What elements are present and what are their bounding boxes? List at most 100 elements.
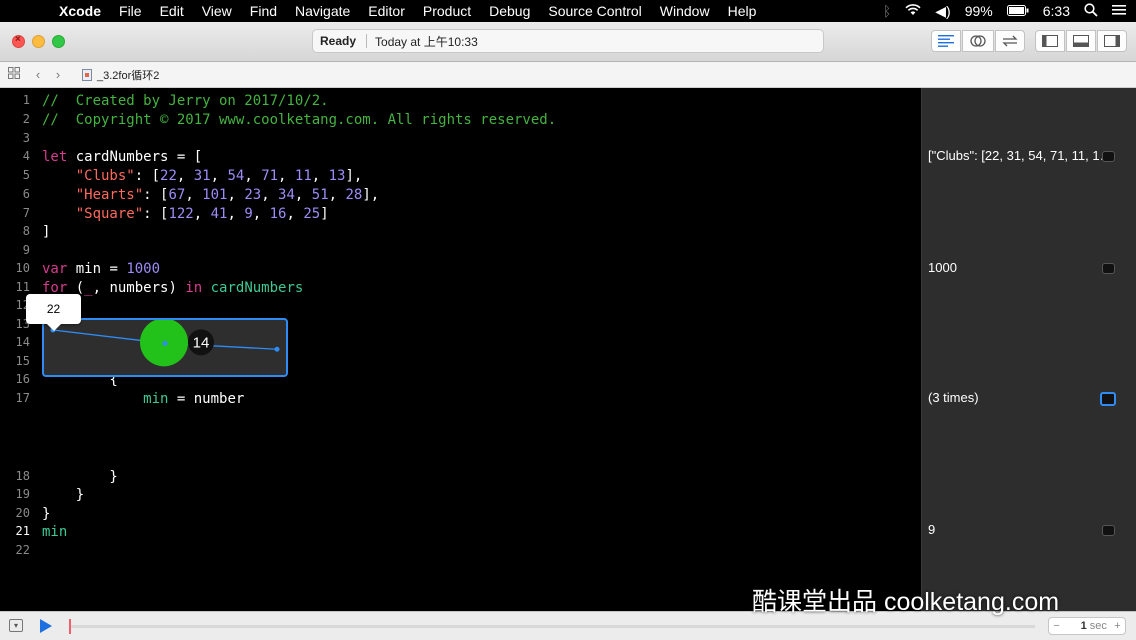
code-token: 67 (168, 187, 186, 203)
line-number: 5 (22, 168, 30, 182)
speed-value: 1 (1080, 620, 1087, 632)
activity-time: Today at 上午10:33 (375, 34, 478, 49)
timeline-marker[interactable] (69, 619, 71, 634)
minimize-window-button[interactable] (32, 35, 45, 48)
assistant-editor-button[interactable] (962, 30, 994, 52)
menu-bar: Xcode File Edit View Find Navigate Edito… (0, 0, 1136, 22)
code-token: 34 (278, 187, 295, 203)
menu-item-editor[interactable]: Editor (359, 3, 414, 19)
quick-look-toggle-icon[interactable] (1102, 525, 1115, 536)
code-token: 28 (345, 187, 363, 203)
activity-viewer: Ready Today at 上午10:33 (312, 29, 824, 53)
maximize-window-button[interactable] (52, 35, 65, 48)
menu-item-file[interactable]: File (110, 3, 151, 19)
line-number: 6 (22, 187, 30, 201)
standard-editor-button[interactable] (931, 30, 961, 52)
menu-item-window[interactable]: Window (651, 3, 719, 19)
code-token: "Clubs" (75, 168, 135, 184)
forward-chevron-icon[interactable]: › (48, 67, 68, 82)
line-number: 20 (15, 506, 30, 520)
quick-look-toggle-icon[interactable] (1100, 392, 1116, 406)
line-number: 2 (22, 112, 30, 126)
activity-divider (366, 34, 368, 48)
toggle-debug-area-button[interactable] (1066, 30, 1096, 52)
code-line: min (42, 523, 67, 541)
inline-result-graph[interactable]: 14 (42, 318, 288, 377)
quick-look-toggle-icon[interactable] (1102, 263, 1115, 274)
wifi-icon[interactable] (905, 3, 921, 19)
menu-item-xcode[interactable]: Xcode (50, 3, 110, 19)
code-token: 101 (202, 187, 228, 203)
line-number: 9 (22, 243, 30, 257)
code-token: // Copyright © 2017 www.coolketang.com. … (42, 112, 557, 128)
code-token: : [ (134, 168, 161, 184)
close-icon: × (15, 34, 21, 45)
breadcrumb-filename[interactable]: _3.2for循环2 (97, 67, 159, 83)
code-token: 9 (244, 206, 253, 222)
value-point[interactable] (274, 346, 280, 352)
volume-icon[interactable]: ◀) (935, 3, 950, 20)
code-line: // Created by Jerry on 2017/10/2. (42, 92, 329, 110)
battery-icon[interactable] (1006, 3, 1029, 19)
spotlight-search-icon[interactable] (1084, 2, 1098, 20)
code-token: , (294, 187, 312, 203)
code-token: 23 (244, 187, 262, 203)
clock[interactable]: 6:33 (1043, 3, 1070, 19)
code-token: 22 (160, 168, 177, 184)
value-history-chart: 14 (50, 318, 280, 367)
code-token: , (227, 187, 245, 203)
code-token: 51 (311, 187, 329, 203)
code-token: let (42, 149, 68, 165)
line-number: 7 (22, 206, 30, 220)
menu-item-product[interactable]: Product (414, 3, 480, 19)
toggle-navigator-button[interactable] (1035, 30, 1065, 52)
execution-timeline[interactable] (70, 625, 1035, 628)
left-panel-icon (1042, 35, 1058, 47)
menu-item-debug[interactable]: Debug (480, 3, 539, 19)
code-token: ], (345, 168, 363, 184)
line-number: 22 (15, 543, 30, 557)
related-items-grid-icon[interactable] (4, 67, 24, 82)
code-token: min = (67, 261, 127, 277)
run-playground-button[interactable] (40, 619, 52, 633)
menu-item-source-control[interactable]: Source Control (539, 3, 650, 19)
line-number: 1 (22, 93, 30, 107)
value-point[interactable] (162, 340, 168, 346)
menu-item-edit[interactable]: Edit (151, 3, 193, 19)
code-token: } (42, 469, 118, 485)
standard-editor-icon (938, 35, 954, 47)
quick-look-toggle-icon[interactable] (1102, 151, 1115, 162)
code-token: min (143, 391, 169, 407)
line-number: 21 (15, 524, 30, 538)
code-token: ] (320, 206, 329, 222)
code-token: } (42, 487, 85, 503)
menu-item-find[interactable]: Find (241, 3, 286, 19)
close-window-button[interactable]: × (12, 34, 25, 48)
code-token: 11 (294, 168, 312, 184)
battery-percent: 99% (964, 3, 993, 19)
line-number: 16 (15, 372, 30, 386)
code-token: : [ (143, 206, 169, 222)
bluetooth-icon[interactable]: ᛒ (883, 3, 891, 19)
graph-value-tooltip: 22 (26, 294, 81, 331)
increase-speed-button[interactable]: + (1110, 620, 1125, 632)
menu-item-view[interactable]: View (193, 3, 241, 19)
toggle-utilities-button[interactable] (1097, 30, 1127, 52)
line-number: 10 (15, 261, 30, 275)
result-value: 9 (928, 522, 936, 537)
back-chevron-icon[interactable]: ‹ (28, 67, 48, 82)
activity-status: Ready (320, 34, 357, 48)
code-token: ], (362, 187, 380, 203)
show-debug-area-button[interactable]: ▾ (9, 619, 23, 632)
menu-item-help[interactable]: Help (719, 3, 766, 19)
code-line: } (42, 468, 118, 486)
code-token: , (261, 187, 279, 203)
decrease-speed-button[interactable]: − (1049, 620, 1064, 632)
version-editor-button[interactable] (995, 30, 1025, 52)
list-menu-icon[interactable] (1112, 3, 1126, 19)
line-number: 19 (15, 487, 30, 501)
code-line: "Square": [122, 41, 9, 16, 25] (42, 205, 329, 223)
execution-speed-stepper[interactable]: − 1 sec + (1048, 617, 1126, 635)
menu-item-navigate[interactable]: Navigate (286, 3, 359, 19)
